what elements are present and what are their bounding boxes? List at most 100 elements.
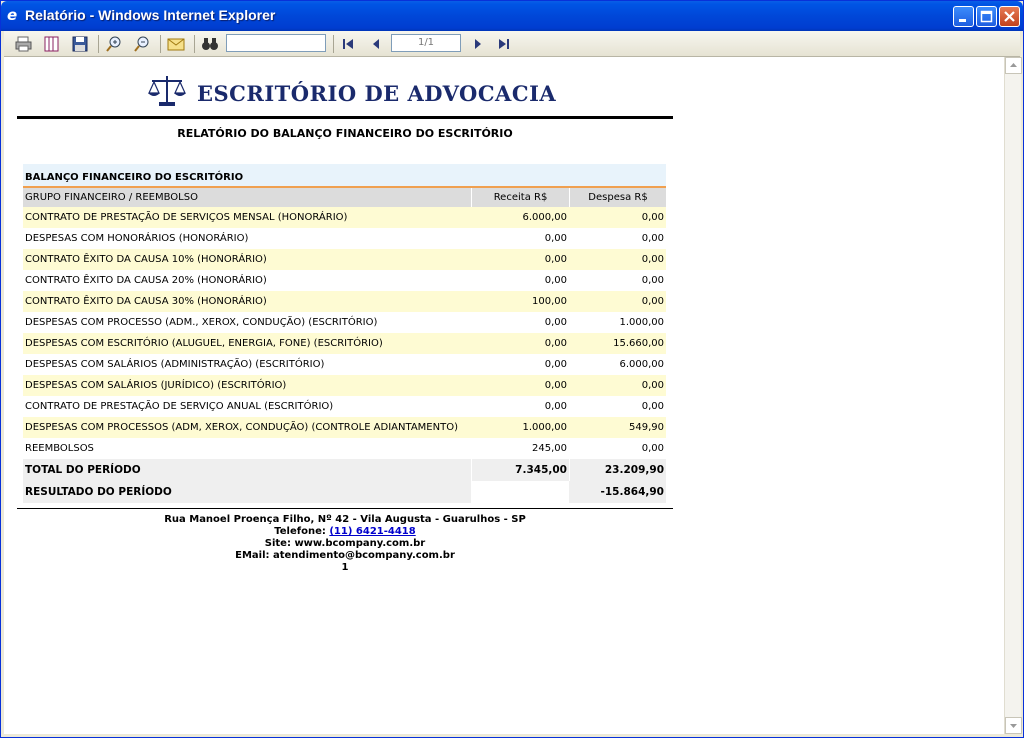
next-page-icon: [475, 39, 481, 49]
row-expense: 1.000,00: [619, 317, 664, 328]
row-income: 0,00: [544, 359, 567, 370]
table-row: DESPESAS COM SALÁRIOS (ADMINISTRAÇÃO) (E…: [23, 354, 666, 375]
row-expense: 0,00: [641, 443, 664, 454]
find-button[interactable]: [200, 35, 220, 53]
vertical-scrollbar[interactable]: [1004, 57, 1022, 734]
zoom-in-button[interactable]: [104, 35, 124, 53]
row-label: DESPESAS COM ESCRITÓRIO (ALUGUEL, ENERGI…: [25, 338, 383, 349]
ie-logo-icon: e: [7, 6, 18, 24]
row-expense: 0,00: [641, 275, 664, 286]
table-row: CONTRATO ÊXITO DA CAUSA 10% (HONORÁRIO) 0…: [23, 249, 666, 270]
zoom-out-icon: [134, 36, 149, 52]
header-divider: [17, 116, 673, 119]
previous-page-button[interactable]: [366, 35, 386, 53]
scroll-up-icon: [1010, 63, 1017, 67]
next-page-button[interactable]: [468, 35, 488, 53]
row-label: CONTRATO DE PRESTAÇÃO DE SERVIÇOS MENSAL…: [25, 212, 348, 223]
report-footer: Rua Manoel Proença Filho, Nº 42 - Vila A…: [17, 514, 673, 574]
print-button[interactable]: [14, 35, 34, 53]
save-button[interactable]: [70, 35, 90, 53]
maximize-icon: [980, 10, 993, 23]
row-income: 0,00: [544, 401, 567, 412]
envelope-icon: [167, 38, 185, 51]
footer-divider: [17, 508, 673, 509]
window-title: Relatório - Windows Internet Explorer: [25, 7, 276, 23]
email-button[interactable]: [166, 35, 186, 53]
table-row: CONTRATO ÊXITO DA CAUSA 30% (HONORÁRIO) 1…: [23, 291, 666, 312]
row-income: 245,00: [532, 443, 567, 454]
row-label: REEMBOLSOS: [25, 443, 94, 454]
last-page-icon: [499, 39, 509, 49]
row-income: 0,00: [544, 233, 567, 244]
row-label: DESPESAS COM PROCESSO (ADM., XEROX, COND…: [25, 317, 378, 328]
row-income: 6.000,00: [522, 212, 567, 223]
row-income: 0,00: [544, 254, 567, 265]
zoom-out-button[interactable]: [132, 35, 152, 53]
row-expense: 0,00: [641, 254, 664, 265]
footer-phone-label: Telefone:: [274, 526, 326, 537]
row-expense: 0,00: [641, 401, 664, 412]
row-label: CONTRATO ÊXITO DA CAUSA 30% (HONORÁRIO): [25, 296, 267, 307]
title-bar[interactable]: e Relatório - Windows Internet Explorer: [1, 1, 1023, 31]
table-header: GRUPO FINANCEIRO / REEMBOLSO Receita R$ …: [23, 188, 666, 207]
row-income: 0,00: [544, 275, 567, 286]
table-row: CONTRATO DE PRESTAÇÃO DE SERVIÇOS MENSAL…: [23, 207, 666, 228]
export-button[interactable]: [42, 35, 62, 53]
minimize-icon: [959, 19, 966, 22]
zoom-in-icon: [106, 36, 121, 52]
find-input[interactable]: [226, 34, 326, 52]
row-expense: 549,90: [629, 422, 664, 433]
page-indicator[interactable]: 1/1: [391, 34, 461, 52]
row-label: DESPESAS COM PROCESSOS (ADM, XEROX, COND…: [25, 422, 458, 433]
first-page-button[interactable]: [338, 35, 358, 53]
last-page-button[interactable]: [494, 35, 514, 53]
row-expense: 0,00: [641, 296, 664, 307]
first-page-icon: [343, 39, 353, 49]
minimize-button[interactable]: [953, 6, 974, 27]
report-viewport: ESCRITÓRIO DE ADVOCACIA RELATÓRIO DO BAL…: [4, 57, 1004, 734]
column-header-expense: Despesa R$: [569, 188, 666, 207]
row-expense: 0,00: [641, 380, 664, 391]
row-expense: 0,00: [641, 233, 664, 244]
footer-address: Rua Manoel Proença Filho, Nº 42 - Vila A…: [164, 514, 526, 525]
row-income: 0,00: [544, 380, 567, 391]
row-label: DESPESAS COM HONORÁRIOS (HONORÁRIO): [25, 233, 249, 244]
table-row: REEMBOLSOS 245,00 0,00: [23, 438, 666, 459]
scroll-down-icon: [1010, 724, 1017, 728]
scroll-down-button[interactable]: [1005, 717, 1022, 734]
row-income: 0,00: [544, 317, 567, 328]
close-button[interactable]: [999, 6, 1020, 27]
scroll-up-button[interactable]: [1005, 57, 1022, 74]
document-columns-icon: [44, 36, 59, 52]
table-row: DESPESAS COM PROCESSOS (ADM, XEROX, COND…: [23, 417, 666, 438]
table-row: DESPESAS COM SALÁRIOS (JURÍDICO) (ESCRIT…: [23, 375, 666, 396]
result-label: RESULTADO DO PERÍODO: [25, 486, 172, 498]
total-row: TOTAL DO PERÍODO 7.345,00 23.209,90: [23, 459, 666, 481]
table-row: DESPESAS COM PROCESSO (ADM., XEROX, COND…: [23, 312, 666, 333]
report-header: ESCRITÓRIO DE ADVOCACIA: [147, 73, 567, 109]
row-income: 0,00: [544, 338, 567, 349]
maximize-button[interactable]: [976, 6, 997, 27]
table-row: CONTRATO DE PRESTAÇÃO DE SERVIÇO ANUAL (…: [23, 396, 666, 417]
footer-phone-link[interactable]: (11) 6421-4418: [329, 526, 415, 537]
row-label: CONTRATO DE PRESTAÇÃO DE SERVIÇO ANUAL (…: [25, 401, 334, 412]
close-icon: [1004, 11, 1015, 22]
total-expense: 23.209,90: [569, 459, 666, 481]
brand-name: ESCRITÓRIO DE ADVOCACIA: [197, 81, 557, 106]
column-header-income: Receita R$: [471, 188, 569, 207]
row-income: 1.000,00: [522, 422, 567, 433]
row-label: CONTRATO ÊXITO DA CAUSA 20% (HONORÁRIO): [25, 275, 267, 286]
column-header-group: GRUPO FINANCEIRO / REEMBOLSO: [25, 192, 198, 203]
previous-page-icon: [373, 39, 379, 49]
total-income: 7.345,00: [471, 459, 569, 481]
table-body: CONTRATO DE PRESTAÇÃO DE SERVIÇOS MENSAL…: [23, 207, 666, 459]
report-title: RELATÓRIO DO BALANÇO FINANCEIRO DO ESCRI…: [177, 127, 513, 140]
section-title: BALANÇO FINANCEIRO DO ESCRITÓRIO: [23, 164, 666, 188]
table-row: DESPESAS COM ESCRITÓRIO (ALUGUEL, ENERGI…: [23, 333, 666, 354]
footer-email: EMail: atendimento@bcompany.com.br: [235, 550, 455, 561]
row-expense: 0,00: [641, 212, 664, 223]
footer-site: Site: www.bcompany.com.br: [264, 538, 426, 549]
printer-icon: [15, 36, 32, 52]
scales-of-justice-icon: [148, 76, 186, 106]
row-income: 100,00: [532, 296, 567, 307]
